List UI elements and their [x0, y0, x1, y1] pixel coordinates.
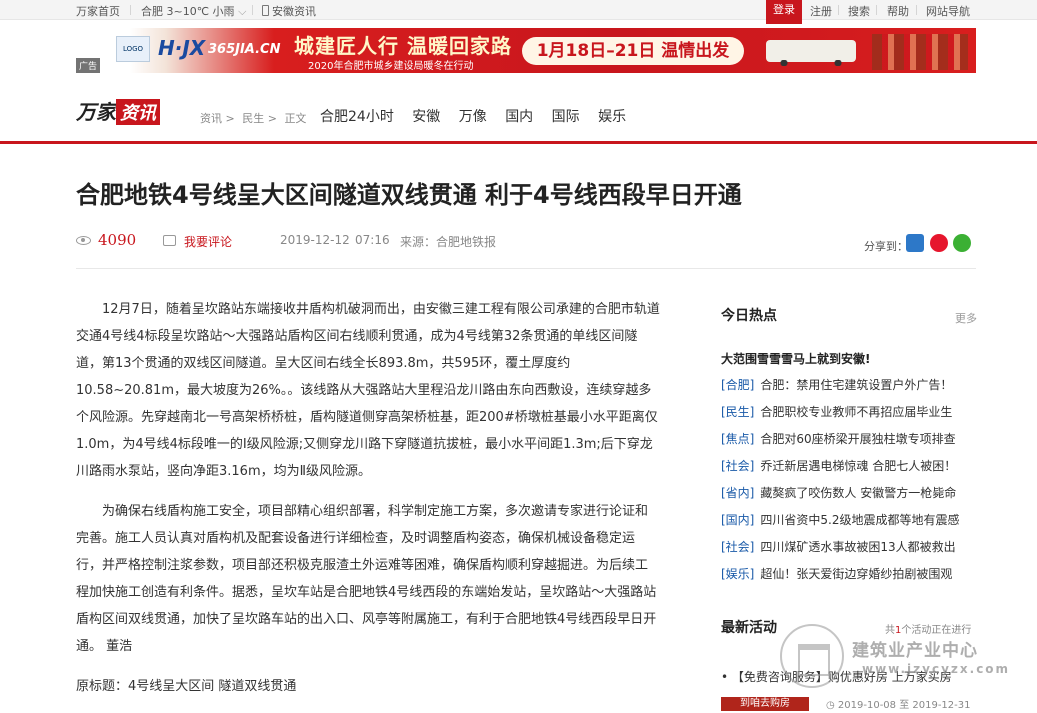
breadcrumb: 资讯 > 民生 > 正文 — [200, 110, 310, 126]
site-nav-link[interactable]: 网站导航 — [926, 3, 970, 19]
item-category[interactable]: [合肥] — [721, 378, 754, 392]
qzone-share-icon[interactable] — [906, 234, 924, 252]
divider — [130, 5, 131, 15]
divider — [252, 5, 253, 15]
article-body: 12月7日，随着呈坎路站东端接收井盾构机破洞而出，由安徽三建工程有限公司承建的合… — [76, 296, 660, 713]
list-item[interactable]: [社会] 乔迁新居遇电梯惊魂 合肥七人被困！ — [721, 453, 977, 480]
item-title[interactable]: 乔迁新居遇电梯惊魂 合肥七人被困！ — [760, 459, 956, 473]
comment-link[interactable]: 我要评论 — [184, 233, 232, 250]
banner-dates: 1月18日–21日 温情出发 — [522, 37, 744, 65]
phone-icon — [262, 5, 269, 16]
banner-site: 365JIA.CN — [208, 42, 281, 57]
item-category[interactable]: [民生] — [721, 405, 754, 419]
ad-banner[interactable]: LOGO H·JX 365JIA.CN 城建匠人行 温暖回家路 2020年合肥市… — [76, 28, 976, 73]
item-category[interactable]: [社会] — [721, 540, 754, 554]
item-title[interactable]: 四川省资中5.2级地震成都等地有震感 — [760, 513, 959, 527]
list-item[interactable]: [社会] 四川煤矿透水事故被困13人都被救出 — [721, 534, 977, 561]
item-title[interactable]: 合肥职校专业教师不再招应届毕业生 — [760, 405, 952, 419]
view-count: 4090 — [98, 231, 137, 249]
activity-count-suffix: 个活动正在进行 — [901, 625, 972, 636]
site-logo[interactable]: 万家 资讯 — [76, 96, 160, 125]
hot-list: [合肥] 合肥：禁用住宅建筑设置户外广告！ [民生] 合肥职校专业教师不再招应届毕业… — [721, 372, 977, 588]
bus-illustration — [766, 40, 856, 66]
divider — [876, 5, 877, 15]
banner-logo: LOGO — [116, 36, 150, 62]
app-link-label: 安徽资讯 — [272, 5, 316, 18]
eye-icon — [76, 236, 91, 245]
publish-time: 07:16 — [355, 233, 390, 247]
nav-item[interactable]: 国际 — [552, 109, 580, 125]
item-category[interactable]: [省内] — [721, 486, 754, 500]
activity-dates: ◷ 2019-10-08 至 2019-12-31 — [826, 700, 971, 711]
main-nav: 合肥24小时 安徽 万像 国内 国际 娱乐 — [320, 106, 640, 126]
list-item[interactable]: [省内] 藏獒疯了咬伤数人 安徽警方一枪毙命 — [721, 480, 977, 507]
article-source: 来源：合肥地铁报 — [400, 235, 497, 249]
meta-divider — [76, 268, 976, 269]
activity-count: 共1个活动正在进行 — [885, 621, 971, 636]
list-item[interactable]: [民生] 合肥职校专业教师不再招应届毕业生 — [721, 399, 977, 426]
login-button[interactable]: 登录 — [766, 0, 802, 24]
weibo-share-icon[interactable] — [930, 234, 948, 252]
item-category[interactable]: [焦点] — [721, 432, 754, 446]
top-bar: 万家首页 合肥 3~10℃ 小雨 ⌵ 安徽资讯 — [0, 0, 1037, 20]
publish-date: 2019-12-12 — [280, 233, 350, 247]
watermark-url: www.jzycyzx.com — [862, 662, 1011, 676]
nav-item[interactable]: 国内 — [505, 109, 533, 125]
chevron-down-icon: ⌵ — [238, 5, 247, 18]
breadcrumb-item[interactable]: 资讯 > — [200, 112, 235, 125]
article-paragraph: 12月7日，随着呈坎路站东端接收井盾构机破洞而出，由安徽三建工程有限公司承建的合… — [76, 302, 660, 479]
item-category[interactable]: [社会] — [721, 459, 754, 473]
share-label: 分享到： — [864, 240, 908, 253]
people-illustration — [872, 34, 968, 70]
divider — [916, 5, 917, 15]
list-item[interactable]: [国内] 四川省资中5.2级地震成都等地有震感 — [721, 507, 977, 534]
article-title: 合肥地铁4号线呈大区间隧道双线贯通 利于4号线西段早日开通 — [76, 181, 742, 209]
banner-subtitle: 2020年合肥市城乡建设局暖冬在行动 — [308, 61, 474, 72]
watermark-seal — [780, 624, 844, 688]
item-title[interactable]: 合肥对60座桥梁开展独柱墩专项排查 — [760, 432, 955, 446]
list-item[interactable]: [焦点] 合肥对60座桥梁开展独柱墩专项排查 — [721, 426, 977, 453]
top-story[interactable]: 大范围雪雪雪马上就到安徽! — [721, 350, 870, 367]
activity-title: 最新活动 — [721, 620, 777, 636]
article-paragraph: 为确保右线盾构施工安全，项目部精心组织部署，科学制定施工方案，多次邀请专家进行论… — [76, 504, 657, 654]
nav-item[interactable]: 娱乐 — [598, 109, 626, 125]
more-link[interactable]: 更多 — [955, 310, 977, 326]
watermark-title: 建筑业产业中心 — [852, 641, 978, 661]
activity-thumbnail[interactable]: 到咱去购房 — [721, 697, 809, 711]
help-link[interactable]: 帮助 — [887, 3, 909, 19]
register-link[interactable]: 注册 — [810, 3, 832, 19]
nav-item[interactable]: 合肥24小时 — [320, 109, 394, 125]
weather-dropdown[interactable]: 合肥 3~10℃ 小雨 ⌵ — [141, 3, 246, 19]
item-title[interactable]: 藏獒疯了咬伤数人 安徽警方一枪毙命 — [760, 486, 956, 500]
weather-text: 合肥 3~10℃ 小雨 — [141, 5, 235, 18]
nav-item[interactable]: 万像 — [459, 109, 487, 125]
list-item[interactable]: [合肥] 合肥：禁用住宅建筑设置户外广告！ — [721, 372, 977, 399]
divider — [838, 5, 839, 15]
breadcrumb-item[interactable]: 民生 > — [242, 112, 277, 125]
wechat-share-icon[interactable] — [953, 234, 971, 252]
nav-item[interactable]: 安徽 — [412, 109, 440, 125]
original-title: 原标题：4号线呈大区间 隧道双线贯通 — [76, 679, 297, 694]
activity-dates-text: 2019-10-08 至 2019-12-31 — [837, 700, 971, 711]
header-divider — [0, 141, 1037, 144]
activity-count-prefix: 共 — [885, 625, 895, 636]
list-item[interactable]: [娱乐] 超仙！张天爱街边穿婚纱拍剧被围观 — [721, 561, 977, 588]
banner-brand: H·JX — [158, 36, 206, 60]
hot-title: 今日热点 — [721, 308, 777, 324]
logo-badge: 资讯 — [116, 99, 160, 125]
search-link[interactable]: 搜索 — [848, 3, 870, 19]
item-title[interactable]: 四川煤矿透水事故被困13人都被救出 — [760, 540, 955, 554]
item-title[interactable]: 超仙！张天爱街边穿婚纱拍剧被围观 — [760, 567, 952, 581]
hot-header: 今日热点 更多 — [721, 305, 977, 325]
ad-tag: 广告 — [76, 58, 101, 73]
breadcrumb-item: 正文 — [284, 112, 307, 125]
comment-icon — [163, 235, 176, 246]
logo-text: 万家 — [76, 100, 116, 124]
home-link[interactable]: 万家首页 — [76, 3, 120, 19]
item-category[interactable]: [国内] — [721, 513, 754, 527]
banner-slogan: 城建匠人行 温暖回家路 — [294, 34, 512, 58]
item-category[interactable]: [娱乐] — [721, 567, 754, 581]
item-title[interactable]: 合肥：禁用住宅建筑设置户外广告！ — [760, 378, 952, 392]
app-link[interactable]: 安徽资讯 — [262, 3, 316, 19]
